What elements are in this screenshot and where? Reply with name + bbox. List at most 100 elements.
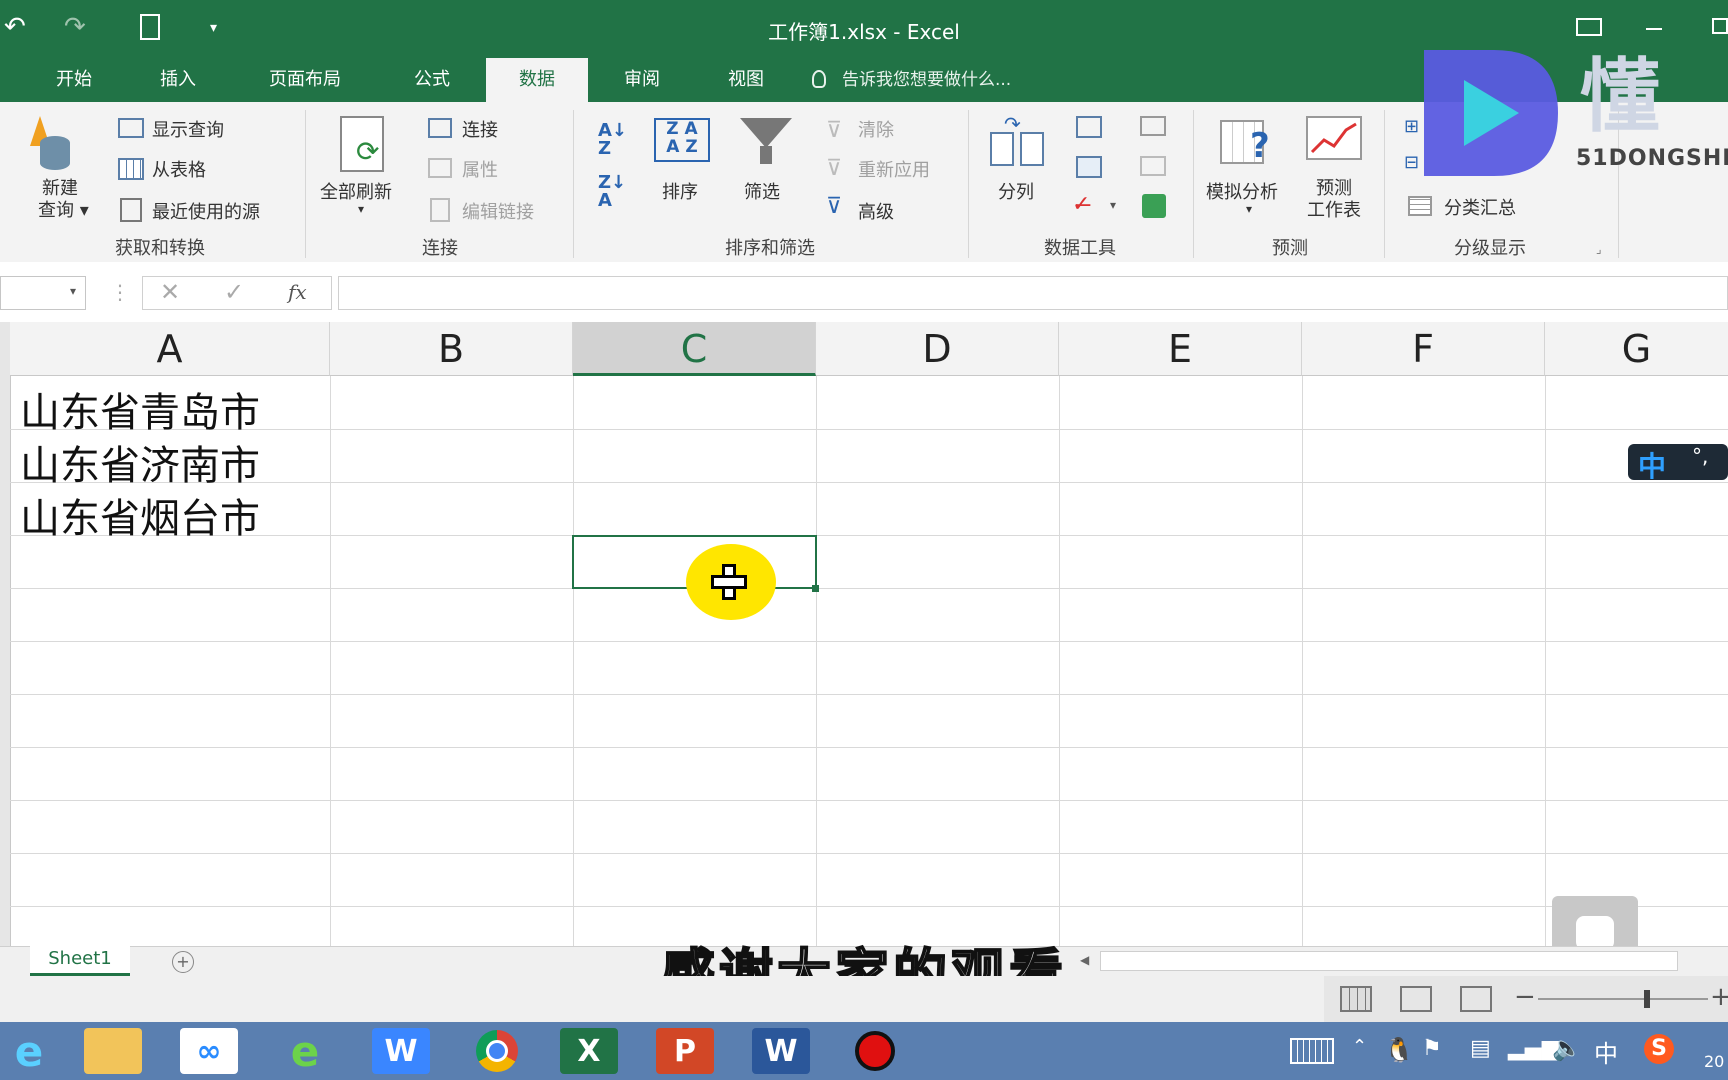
forecast-sheet-button[interactable]: 预测 工作表: [1302, 178, 1366, 222]
sogou-ime-icon[interactable]: S: [1644, 1034, 1674, 1064]
ie-icon[interactable]: e: [0, 1027, 58, 1076]
formula-bar-splitter-icon[interactable]: ⋮: [110, 280, 130, 304]
relationships-icon[interactable]: [1140, 156, 1166, 176]
edit-links-button[interactable]: 编辑链接: [462, 198, 534, 224]
column-header-c[interactable]: C: [573, 322, 816, 376]
refresh-all-button[interactable]: 全部刷新: [320, 178, 392, 204]
minimize-icon[interactable]: [1646, 28, 1662, 30]
group-label-forecast: 预测: [1272, 238, 1308, 259]
show-queries-button[interactable]: 显示查询: [152, 116, 224, 142]
column-header-a[interactable]: A: [10, 322, 330, 376]
tab-page-layout[interactable]: 页面布局: [250, 58, 360, 102]
cross-cursor-icon: [711, 564, 747, 600]
tab-review[interactable]: 审阅: [598, 58, 686, 102]
page-break-view-icon[interactable]: [1460, 986, 1492, 1012]
refresh-dropdown-icon[interactable]: ▾: [358, 202, 364, 216]
new-query-button[interactable]: 新建 查询 ▾: [38, 178, 89, 222]
data-validation-dropdown-icon[interactable]: ▾: [1110, 198, 1116, 212]
properties-button[interactable]: 属性: [462, 156, 498, 182]
name-box-dropdown-icon[interactable]: ▾: [70, 284, 76, 298]
data-validation-icon[interactable]: ✓̶: [1072, 192, 1090, 217]
sort-icon: Z AA Z: [654, 118, 710, 162]
baidu-netdisk-icon[interactable]: ∞: [180, 1028, 238, 1074]
chrome-icon[interactable]: [468, 1028, 526, 1074]
column-header-e[interactable]: E: [1059, 322, 1302, 376]
column-header-g[interactable]: G: [1545, 322, 1728, 376]
ime-indicator[interactable]: 中 °,: [1628, 444, 1728, 483]
browser-e-icon[interactable]: e: [276, 1027, 334, 1076]
screen-recorder-icon[interactable]: [846, 1028, 904, 1074]
text-to-columns-button[interactable]: 分列: [998, 178, 1034, 204]
filter-button[interactable]: 筛选: [744, 178, 780, 204]
advanced-button[interactable]: 高级: [858, 198, 894, 224]
volume-icon[interactable]: 🔈: [1552, 1034, 1582, 1062]
device-icon[interactable]: ▤: [1470, 1036, 1491, 1061]
group-separator: [968, 110, 969, 258]
recent-sources-button[interactable]: 最近使用的源: [152, 198, 260, 224]
connections-icon: [428, 118, 452, 138]
qq-icon[interactable]: 🐧: [1384, 1036, 1414, 1064]
clear-filter-icon: ⊽: [826, 118, 843, 143]
sort-asc-icon[interactable]: A↓ Z: [598, 122, 627, 158]
enter-icon[interactable]: ✓: [224, 278, 244, 306]
excel-taskbar-icon[interactable]: X: [560, 1028, 618, 1074]
file-explorer-icon[interactable]: [84, 1028, 142, 1074]
reapply-button[interactable]: 重新应用: [858, 156, 930, 182]
ribbon-display-icon[interactable]: [1576, 18, 1602, 36]
column-header-b[interactable]: B: [330, 322, 573, 376]
column-header-f[interactable]: F: [1302, 322, 1545, 376]
filter-icon: [740, 118, 792, 148]
tab-insert[interactable]: 插入: [134, 58, 222, 102]
zoom-slider[interactable]: [1538, 998, 1708, 1000]
cell-a1[interactable]: 山东省青岛市: [20, 380, 260, 438]
flash-fill-icon[interactable]: [1076, 116, 1102, 138]
lightbulb-icon: [812, 70, 826, 88]
taskbar-clock[interactable]: 20: [1704, 1052, 1724, 1071]
tab-data[interactable]: 数据: [486, 58, 588, 102]
page-layout-view-icon[interactable]: [1400, 986, 1432, 1012]
zoom-out-icon[interactable]: −: [1514, 982, 1536, 1012]
what-if-button[interactable]: 模拟分析: [1206, 178, 1278, 204]
keyboard-icon[interactable]: [1290, 1038, 1334, 1064]
tab-formulas[interactable]: 公式: [388, 58, 476, 102]
zoom-slider-thumb[interactable]: [1644, 990, 1650, 1008]
action-center-flag-icon[interactable]: ⚑: [1422, 1036, 1442, 1061]
normal-view-icon[interactable]: [1340, 986, 1372, 1012]
connections-button[interactable]: 连接: [462, 116, 498, 142]
ime-label: 中: [1638, 450, 1667, 483]
cell-a2[interactable]: 山东省济南市: [20, 433, 260, 491]
group-label-sort-filter: 排序和筛选: [725, 238, 815, 259]
wps-icon[interactable]: W: [372, 1028, 430, 1074]
remove-duplicates-icon[interactable]: [1076, 156, 1102, 178]
restore-icon[interactable]: [1712, 18, 1728, 34]
word-taskbar-icon[interactable]: W: [752, 1028, 810, 1074]
cell-a3[interactable]: 山东省烟台市: [20, 486, 260, 544]
group-icon[interactable]: ⊞: [1404, 116, 1419, 137]
group-label-outline: 分级显示: [1454, 238, 1526, 259]
data-model-icon[interactable]: [1142, 194, 1166, 218]
powerpoint-taskbar-icon[interactable]: P: [656, 1028, 714, 1074]
tell-me-box[interactable]: 告诉我您想要做什么...: [842, 58, 1011, 102]
properties-icon: [428, 158, 452, 178]
fill-handle[interactable]: [812, 585, 819, 592]
what-if-dropdown-icon[interactable]: ▾: [1246, 202, 1252, 216]
sort-button[interactable]: 排序: [662, 178, 698, 204]
tab-home[interactable]: 开始: [30, 58, 118, 102]
taskbar-ime-label[interactable]: 中: [1594, 1034, 1618, 1069]
insert-function-icon[interactable]: fx: [288, 280, 307, 304]
consolidate-icon[interactable]: [1140, 116, 1166, 136]
column-header-d[interactable]: D: [816, 322, 1059, 376]
tray-expand-icon[interactable]: ⌃: [1352, 1036, 1367, 1057]
ime-punct-icon: °,: [1692, 444, 1709, 468]
ungroup-icon[interactable]: ⊟: [1404, 152, 1419, 173]
from-table-button[interactable]: 从表格: [152, 156, 206, 182]
clear-button[interactable]: 清除: [858, 116, 894, 142]
cancel-icon[interactable]: ✕: [160, 278, 180, 306]
dialog-launcher-icon[interactable]: ⌟: [1596, 242, 1602, 256]
formula-input[interactable]: [338, 276, 1728, 310]
sort-desc-icon[interactable]: Z↓ A: [598, 174, 626, 210]
tab-view[interactable]: 视图: [702, 58, 790, 102]
recent-sources-icon: [120, 198, 142, 222]
zoom-in-icon[interactable]: +: [1710, 982, 1728, 1012]
subtotal-button[interactable]: 分类汇总: [1444, 194, 1516, 220]
